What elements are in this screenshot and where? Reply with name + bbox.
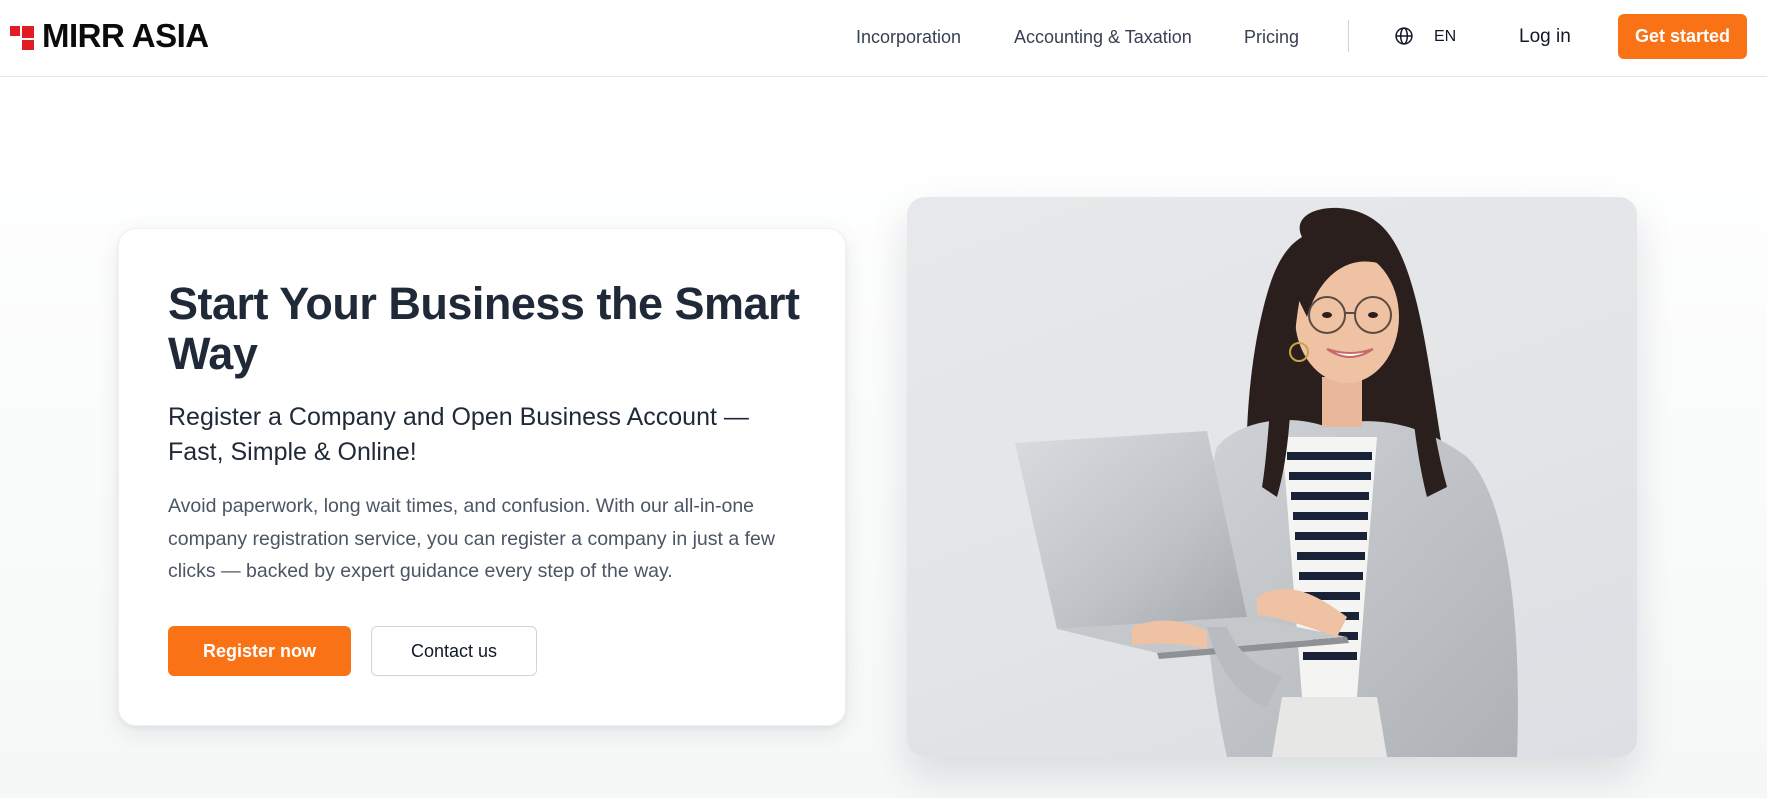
brand-logo[interactable]: MIRR ASIA [10, 17, 209, 54]
hero-card: Start Your Business the Smart Way Regist… [118, 228, 846, 726]
hero-image [907, 197, 1637, 757]
hero-subtitle: Register a Company and Open Business Acc… [168, 403, 749, 466]
site-header: MIRR ASIA Incorporation Accounting & Tax… [0, 0, 1767, 77]
nav-incorporation[interactable]: Incorporation [856, 27, 961, 48]
contact-us-button[interactable]: Contact us [371, 626, 537, 676]
nav-pricing[interactable]: Pricing [1244, 27, 1299, 48]
language-selector[interactable]: EN [1434, 28, 1456, 46]
globe-icon[interactable] [1394, 26, 1414, 46]
brand-name: MIRR ASIA [42, 17, 209, 54]
nav-divider [1348, 20, 1349, 52]
login-link[interactable]: Log in [1519, 26, 1571, 48]
hero-description: Avoid paperwork, long wait times, and co… [168, 495, 775, 582]
logo-mark-icon [10, 22, 36, 50]
register-now-button[interactable]: Register now [168, 626, 351, 676]
nav-accounting-taxation[interactable]: Accounting & Taxation [1014, 27, 1192, 48]
woman-with-laptop-illustration [1015, 207, 1518, 757]
get-started-button[interactable]: Get started [1618, 14, 1747, 59]
hero-title: Start Your Business the Smart Way [168, 278, 800, 379]
